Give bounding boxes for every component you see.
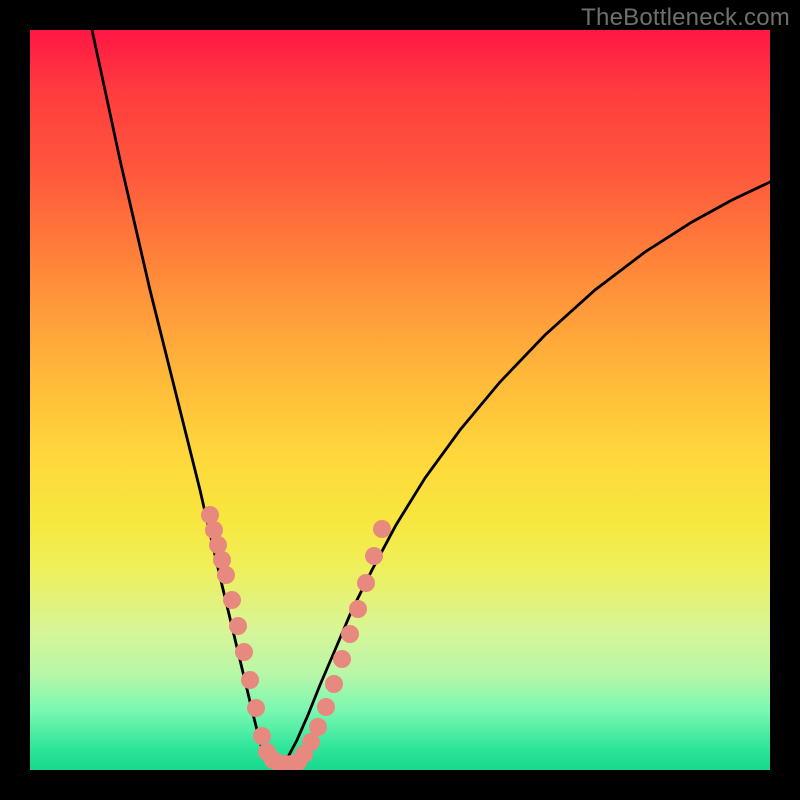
data-dot [241, 671, 259, 689]
data-dot [317, 698, 335, 716]
data-dot [357, 574, 375, 592]
data-dot [223, 591, 241, 609]
data-dot [229, 617, 247, 635]
data-dot [341, 625, 359, 643]
data-dot [247, 699, 265, 717]
data-dot [217, 566, 235, 584]
data-dot [309, 718, 327, 736]
data-dot [365, 547, 383, 565]
plot-area [30, 30, 770, 770]
data-dot [373, 520, 391, 538]
right-curve [280, 182, 770, 767]
chart-frame: TheBottleneck.com [0, 0, 800, 800]
data-dot [325, 675, 343, 693]
watermark-text: TheBottleneck.com [581, 4, 790, 32]
data-dot [253, 727, 271, 745]
data-dot [349, 600, 367, 618]
data-dot [333, 650, 351, 668]
data-dot [235, 643, 253, 661]
data-dots [201, 506, 391, 770]
curve-layer [30, 30, 770, 770]
